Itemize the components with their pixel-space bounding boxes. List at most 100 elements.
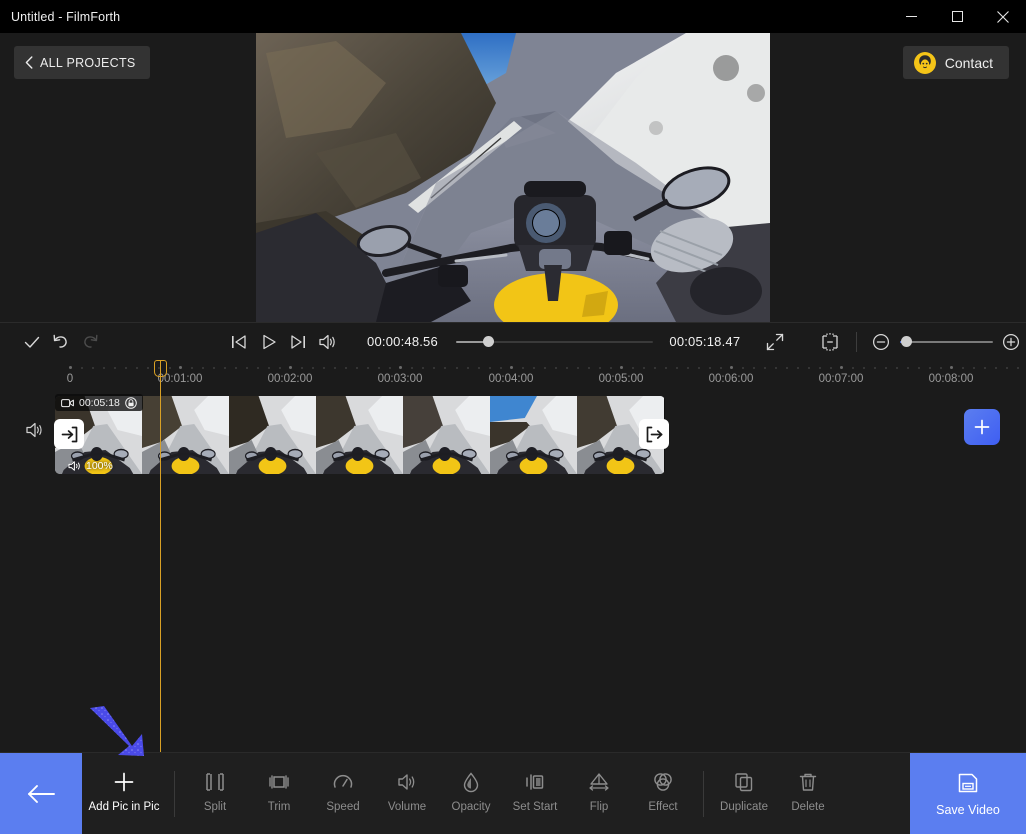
bottom-toolbar: Add Pic in Pic Split Trim Speed Volume Opacit…	[0, 752, 1026, 834]
ruler-minor-tick	[224, 367, 226, 369]
ruler-minor-tick	[808, 367, 810, 369]
tool-label: Add Pic in Pic	[89, 801, 160, 815]
close-icon	[997, 11, 1009, 23]
toolbar-divider	[174, 771, 175, 817]
speaker-icon	[395, 772, 419, 794]
seek-slider[interactable]	[456, 333, 653, 351]
speaker-small-icon	[68, 460, 82, 472]
timeline-clip[interactable]	[55, 396, 665, 474]
user-avatar-icon	[914, 52, 936, 74]
ruler-minor-tick	[632, 367, 634, 369]
tool-button-delete[interactable]: Delete	[776, 753, 840, 834]
ruler-minor-tick	[334, 367, 336, 369]
tool-button-trim[interactable]: Trim	[247, 753, 311, 834]
ruler-minor-tick	[169, 367, 171, 369]
clip-thumbnail	[142, 396, 229, 474]
save-disk-icon	[956, 771, 980, 795]
ruler-tick	[730, 366, 733, 369]
ruler-minor-tick	[268, 367, 270, 369]
tool-button-duplicate[interactable]: Duplicate	[712, 753, 776, 834]
zoom-out-circle-icon	[872, 333, 890, 351]
ruler-minor-tick	[92, 367, 94, 369]
ruler-minor-tick	[665, 367, 667, 369]
ruler-minor-tick	[687, 367, 689, 369]
ruler-minor-tick	[577, 367, 579, 369]
editor-top-area: ALL PROJECTS	[0, 33, 1026, 322]
ruler-minor-tick	[257, 367, 259, 369]
video-preview[interactable]	[256, 33, 770, 322]
tool-button-split[interactable]: Split	[183, 753, 247, 834]
ruler-minor-tick	[885, 367, 887, 369]
clip-volume-badge: 100%	[68, 458, 113, 474]
ruler-minor-tick	[995, 367, 997, 369]
track-mute-button[interactable]	[24, 420, 46, 445]
ruler-tick-label: 00:05:00	[599, 373, 644, 385]
ruler-minor-tick	[720, 367, 722, 369]
current-time: 00:00:48.56	[367, 334, 438, 349]
previous-frame-button[interactable]	[225, 332, 254, 352]
zoom-knob[interactable]	[901, 336, 912, 347]
volume-button[interactable]	[313, 332, 342, 352]
tool-button-set-start[interactable]: Set Start	[503, 753, 567, 834]
ruler-minor-tick	[323, 367, 325, 369]
ruler-tick-label: 00:02:00	[268, 373, 313, 385]
all-projects-button[interactable]: ALL PROJECTS	[14, 46, 150, 79]
clip-thumbnail	[316, 396, 403, 474]
droplet-icon	[459, 772, 483, 794]
title-bar: Untitled - FilmForth	[0, 0, 1026, 33]
next-frame-button[interactable]	[283, 332, 312, 352]
transition-in-button[interactable]	[54, 419, 84, 449]
contact-button[interactable]: Contact	[903, 46, 1009, 79]
tool-list: Add Pic in Pic Split Trim Speed Volume Opacit…	[82, 753, 910, 834]
tool-label: Volume	[388, 801, 426, 815]
transition-out-button[interactable]	[639, 419, 669, 449]
set-start-icon	[523, 772, 547, 794]
ruler-minor-tick	[918, 367, 920, 369]
close-button[interactable]	[980, 0, 1026, 33]
fit-to-timeline-button[interactable]	[814, 331, 847, 353]
ruler-minor-tick	[984, 367, 986, 369]
tool-button-speed[interactable]: Speed	[311, 753, 375, 834]
tool-button-effect[interactable]: Effect	[631, 753, 695, 834]
seek-knob[interactable]	[483, 336, 494, 347]
zoom-in-button[interactable]	[997, 333, 1026, 351]
tool-button-opacity[interactable]: Opacity	[439, 753, 503, 834]
toolbar-spacer	[840, 753, 910, 834]
confirm-button[interactable]	[17, 333, 46, 351]
tool-label: Opacity	[452, 801, 491, 815]
tool-label: Speed	[326, 801, 359, 815]
ruler-minor-tick	[830, 367, 832, 369]
redo-button[interactable]	[76, 332, 105, 351]
save-video-button[interactable]: Save Video	[910, 753, 1026, 834]
tool-label: Split	[204, 801, 226, 815]
speed-gauge-icon	[331, 772, 355, 794]
play-button[interactable]	[254, 332, 283, 352]
zoom-out-button[interactable]	[866, 333, 895, 351]
ruler-minor-tick	[411, 367, 413, 369]
undo-button[interactable]	[46, 332, 75, 351]
ruler-minor-tick	[819, 367, 821, 369]
ruler-minor-tick	[742, 367, 744, 369]
window-title: Untitled - FilmForth	[0, 10, 120, 24]
ruler-tick	[69, 366, 72, 369]
arrow-left-icon	[26, 783, 56, 805]
timeline-playhead[interactable]	[160, 360, 161, 752]
ruler-minor-tick	[698, 367, 700, 369]
fullscreen-button[interactable]	[760, 332, 789, 352]
zoom-slider[interactable]	[900, 333, 993, 351]
tool-button-volume[interactable]: Volume	[375, 753, 439, 834]
all-projects-label: ALL PROJECTS	[40, 56, 136, 70]
minimize-button[interactable]	[888, 0, 934, 33]
tool-button-flip[interactable]: Flip	[567, 753, 631, 834]
back-button[interactable]	[0, 753, 82, 834]
playhead-handle[interactable]	[154, 360, 167, 377]
clip-thumbnail	[490, 396, 577, 474]
ruler-minor-tick	[345, 367, 347, 369]
add-media-button[interactable]	[964, 409, 1000, 445]
maximize-button[interactable]	[934, 0, 980, 33]
ruler-minor-tick	[973, 367, 975, 369]
tool-button-add-pic-in-pic[interactable]: Add Pic in Pic	[82, 753, 166, 834]
toolbar-divider	[703, 771, 704, 817]
transition-out-icon	[645, 425, 664, 444]
ruler-minor-tick	[456, 367, 458, 369]
